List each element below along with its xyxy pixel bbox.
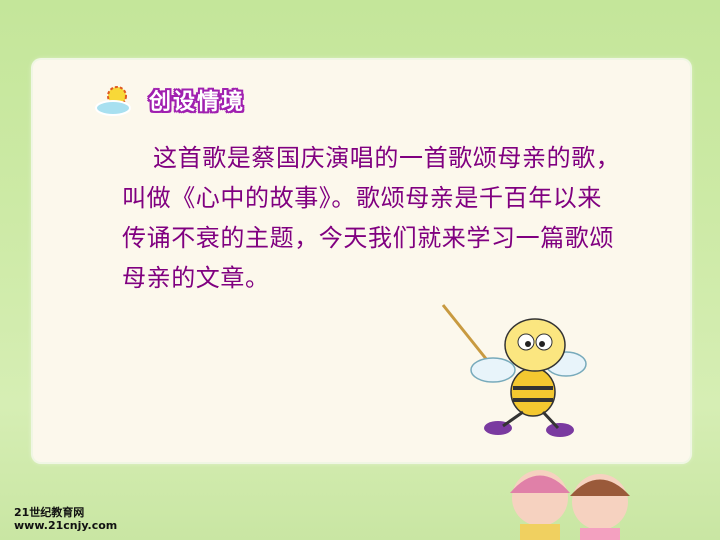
title-text: 创设情境 <box>149 90 246 115</box>
content-card: 创设情境 这首歌是蔡国庆演唱的一首歌颂母亲的歌，叫做《心中的故事》。歌颂母亲是千… <box>33 60 690 462</box>
body-paragraph: 这首歌是蔡国庆演唱的一首歌颂母亲的歌，叫做《心中的故事》。歌颂母亲是千百年以来传… <box>122 144 621 292</box>
children-illustration <box>510 470 630 540</box>
section-title: 创设情境 <box>93 82 245 118</box>
watermark-url: www.21cnjy.com <box>14 519 118 532</box>
bee-mascot-illustration <box>441 304 587 437</box>
watermark-name: 21世纪教育网 <box>14 506 85 519</box>
watermark: 21世纪教育网 www.21cnjy.com <box>14 506 117 532</box>
sun-cloud-icon <box>95 86 131 116</box>
